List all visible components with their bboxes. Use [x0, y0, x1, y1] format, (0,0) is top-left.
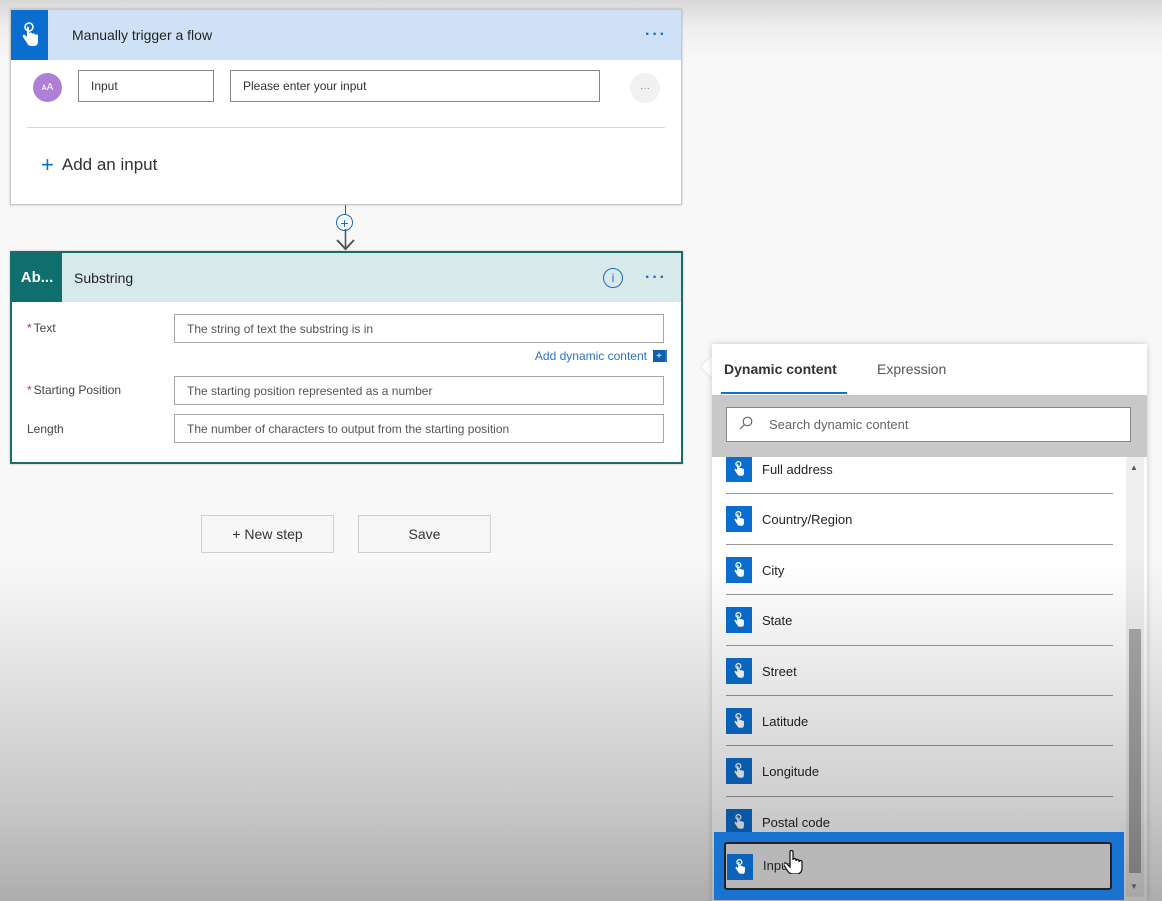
- add-dynamic-content-label: Add dynamic content: [534, 349, 647, 363]
- touch-hand-icon: [11, 10, 48, 60]
- plus-icon: +: [41, 152, 54, 177]
- list-item[interactable]: Full address: [712, 457, 1127, 495]
- search-area: Search dynamic content: [712, 395, 1147, 457]
- scrollbar-thumb[interactable]: [1129, 629, 1141, 873]
- arrow-down-icon: [336, 229, 355, 251]
- search-icon: [739, 416, 753, 433]
- text-input-type-icon: ᴀA: [33, 73, 62, 102]
- list-item-label: Longitude: [762, 764, 820, 780]
- trigger-card: Manually trigger a flow ··· ᴀA Input Ple…: [10, 9, 682, 205]
- search-placeholder: Search dynamic content: [769, 417, 909, 432]
- list-item[interactable]: State: [712, 595, 1127, 646]
- touch-hand-icon: [727, 854, 753, 880]
- trigger-more-icon[interactable]: ···: [645, 26, 667, 44]
- dynamic-content-panel: Dynamic content Expression Search dynami…: [712, 344, 1147, 901]
- touch-hand-icon: [726, 556, 752, 583]
- list-item-label: Country/Region: [762, 512, 853, 528]
- add-dynamic-content-link[interactable]: Add dynamic content +: [535, 349, 667, 363]
- text-functions-icon: Ab...: [12, 253, 62, 302]
- input-row: ᴀA Input Please enter your input ···: [11, 70, 681, 106]
- scroll-down-icon[interactable]: ▼: [1130, 882, 1138, 891]
- list-item[interactable]: Longitude: [712, 746, 1127, 797]
- list-item-label: Latitude: [762, 714, 809, 729]
- active-tab-underline: [721, 392, 847, 394]
- touch-hand-icon: [726, 808, 752, 835]
- scroll-up-icon[interactable]: ▲: [1130, 463, 1138, 472]
- list-item[interactable]: City: [712, 545, 1127, 596]
- starting-position-label: * Starting Position: [27, 383, 122, 397]
- touch-hand-icon: [726, 607, 752, 634]
- text-field[interactable]: The string of text the substring is in: [174, 314, 664, 343]
- info-icon[interactable]: i: [603, 267, 624, 288]
- list-item-label: State: [762, 613, 793, 629]
- list-item[interactable]: Country/Region: [712, 494, 1127, 545]
- tab-dynamic-content[interactable]: Dynamic content: [724, 361, 837, 377]
- length-field[interactable]: The number of characters to output from …: [174, 414, 664, 443]
- new-step-button[interactable]: + New step: [201, 515, 334, 553]
- touch-hand-icon: [726, 506, 752, 533]
- panel-tabs: Dynamic content Expression: [712, 344, 1147, 395]
- action-more-icon[interactable]: ···: [645, 269, 667, 287]
- add-dynamic-plus-icon: +: [653, 350, 667, 362]
- list-item[interactable]: Latitude: [712, 696, 1127, 747]
- list-item-label: Postal code: [762, 814, 830, 830]
- input-prompt-field[interactable]: Please enter your input: [230, 70, 600, 102]
- input-name-field[interactable]: Input: [78, 70, 214, 102]
- touch-hand-icon: [726, 708, 752, 734]
- hand-cursor-icon: [783, 849, 804, 880]
- list-item[interactable]: Street: [712, 646, 1127, 696]
- text-field-label: * Text: [27, 321, 56, 335]
- search-dynamic-content-input[interactable]: Search dynamic content: [726, 407, 1131, 442]
- divider: [27, 127, 665, 128]
- selected-item-highlight: Input: [714, 832, 1124, 900]
- add-input-label: Add an input: [61, 155, 158, 174]
- action-header[interactable]: Ab... Substring i ···: [12, 253, 681, 302]
- tab-expression[interactable]: Expression: [877, 361, 946, 377]
- list-item-label: Street: [762, 663, 797, 679]
- length-label: Length: [27, 422, 64, 436]
- touch-hand-icon: [726, 657, 752, 684]
- starting-position-field[interactable]: The starting position represented as a n…: [174, 376, 664, 405]
- list-item-label: Full address: [762, 462, 833, 477]
- touch-hand-icon: [726, 457, 752, 482]
- action-title: Substring: [74, 269, 134, 286]
- save-button[interactable]: Save: [358, 515, 491, 553]
- input-more-icon[interactable]: ···: [630, 73, 660, 103]
- touch-hand-icon: [726, 758, 752, 785]
- add-input-button[interactable]: + Add an input: [41, 154, 157, 176]
- substring-action-card: Ab... Substring i ··· * Text The string o…: [10, 251, 683, 464]
- trigger-title: Manually trigger a flow: [72, 27, 213, 43]
- list-scrollbar[interactable]: ▲ ▼: [1126, 457, 1144, 897]
- trigger-header[interactable]: Manually trigger a flow ···: [11, 10, 681, 60]
- list-item-label: City: [762, 562, 785, 578]
- list-item-input[interactable]: Input: [724, 842, 1112, 890]
